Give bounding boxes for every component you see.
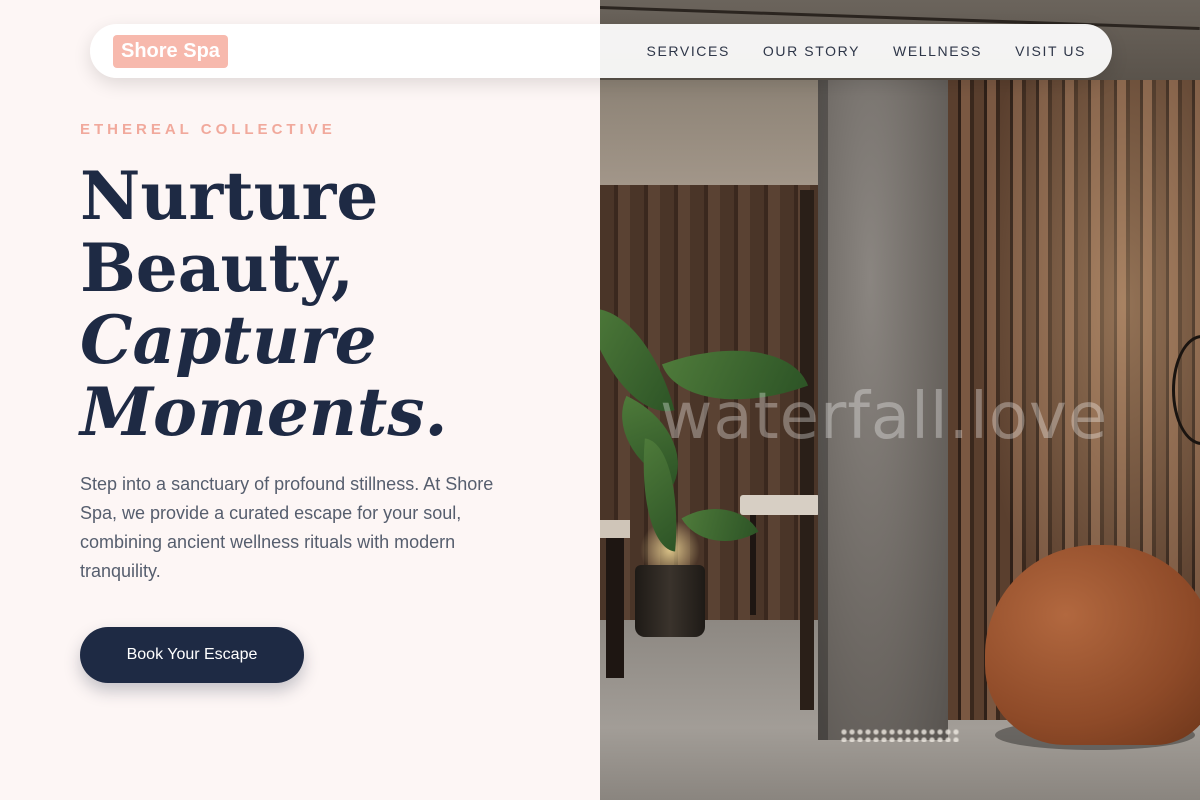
nav-link-visit-us[interactable]: VISIT US (1015, 43, 1086, 59)
photo-back-wall (600, 80, 820, 190)
watermark-text: waterfall.love (660, 380, 1109, 454)
photo-side-bench (600, 520, 630, 538)
headline-line-2: Beauty, (80, 229, 355, 307)
brand-logo[interactable]: Shore Spa (113, 34, 228, 68)
hero-eyebrow: ETHEREAL COLLECTIVE (80, 121, 336, 138)
nav-links: SERVICES OUR STORY WELLNESS VISIT US (647, 43, 1086, 59)
photo-side-bench-leg (606, 538, 624, 678)
hero-headline: Nurture Beauty, Capture Moments. (80, 160, 448, 448)
photo-pebbles (840, 728, 960, 742)
photo-plant-pot (635, 565, 705, 637)
nav-link-services[interactable]: SERVICES (647, 43, 730, 59)
hero-description: Step into a sanctuary of profound stilln… (80, 474, 494, 581)
nav-link-our-story[interactable]: OUR STORY (763, 43, 860, 59)
headline-line-3: Capture (80, 301, 377, 379)
headline-line-1: Nurture (80, 157, 379, 235)
headline-line-4: Moments. (80, 373, 448, 451)
book-escape-button[interactable]: Book Your Escape (80, 627, 304, 683)
nav-link-wellness[interactable]: WELLNESS (893, 43, 982, 59)
photo-treatment-bed (740, 495, 820, 515)
top-navbar: Shore Spa SERVICES OUR STORY WELLNESS VI… (90, 24, 1112, 78)
